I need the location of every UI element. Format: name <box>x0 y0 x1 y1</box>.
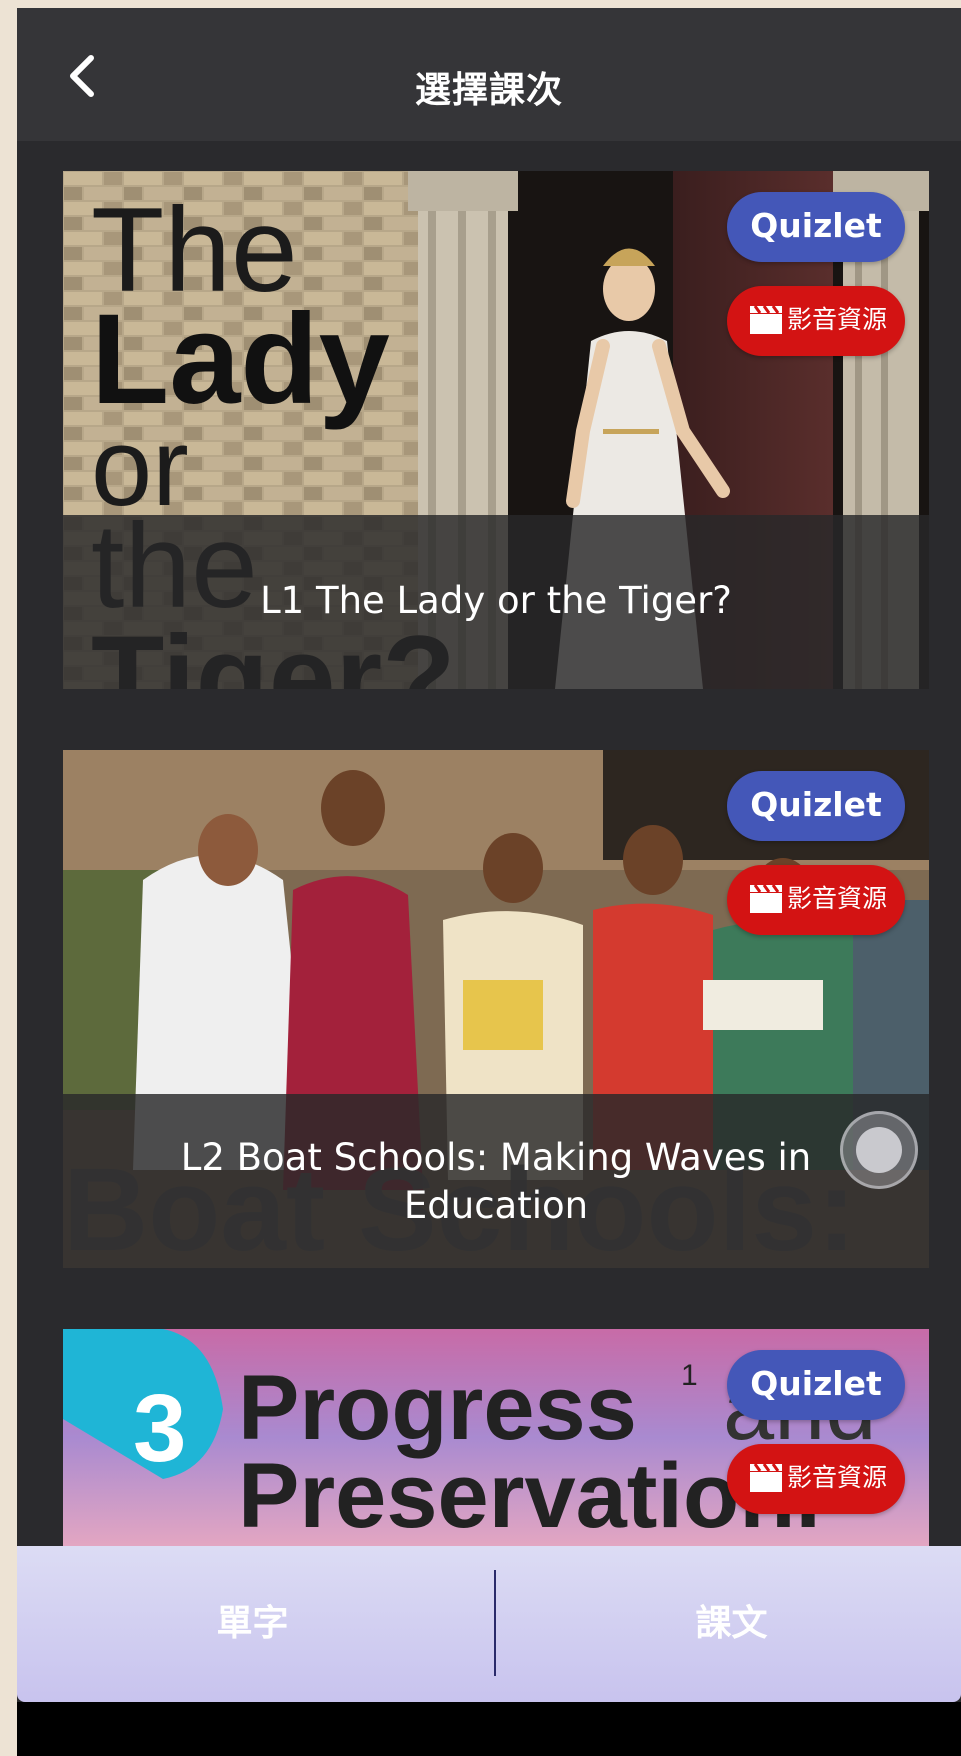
app-screen: 選擇課次 The Lady or L1 The Lady or the Tige… <box>17 8 961 1756</box>
back-button[interactable] <box>57 48 113 104</box>
quizlet-button[interactable]: Quizlet <box>727 1350 905 1420</box>
media-resources-button[interactable]: 影音資源 <box>727 865 905 935</box>
clapperboard-icon <box>750 1463 782 1492</box>
bottom-tab-bar: 單字 課文 <box>17 1546 961 1702</box>
quizlet-button[interactable]: Quizlet <box>727 192 905 262</box>
tab-vocabulary[interactable]: 單字 <box>17 1546 488 1702</box>
lesson-card-3[interactable]: 3 Progress 1 and Preservation. Quizlet 影… <box>63 1329 929 1546</box>
chevron-left-icon <box>70 55 94 97</box>
media-label: 影音資源 <box>787 884 888 913</box>
lesson-card-1[interactable]: The Lady or the Tiger? L1 The Lady or th… <box>63 171 929 689</box>
media-label: 影音資源 <box>787 1463 888 1492</box>
clapperboard-icon <box>750 305 782 334</box>
assistive-touch-inner <box>856 1127 902 1173</box>
page-title: 選擇課次 <box>414 70 563 111</box>
caption-overlay: L2 Boat Schools: Making Waves in Educati… <box>63 1094 929 1268</box>
top-navigation-bar: 選擇課次 <box>17 8 961 141</box>
media-label: 影音資源 <box>787 305 888 334</box>
cover-footnote: 1 <box>681 1359 698 1392</box>
clapperboard-icon <box>750 884 782 913</box>
media-resources-button[interactable]: 影音資源 <box>727 286 905 356</box>
caption-overlay: L1 The Lady or the Tiger? <box>63 515 929 689</box>
quizlet-button[interactable]: Quizlet <box>727 771 905 841</box>
bottom-safe-area <box>17 1702 961 1756</box>
media-resources-button[interactable]: 影音資源 <box>727 1444 905 1514</box>
assistive-touch-button[interactable] <box>840 1111 918 1189</box>
cover-title-line: Progress <box>238 1357 637 1459</box>
lesson-title: L1 The Lady or the Tiger? <box>260 579 732 622</box>
cover-number: 3 <box>133 1375 186 1482</box>
lesson-title: L2 Boat Schools: Making Waves in Educati… <box>180 1136 812 1227</box>
lesson-card-2[interactable]: Boat Schools: L2 Boat Schools: Making Wa… <box>63 750 929 1268</box>
tab-text[interactable]: 課文 <box>496 1546 961 1702</box>
